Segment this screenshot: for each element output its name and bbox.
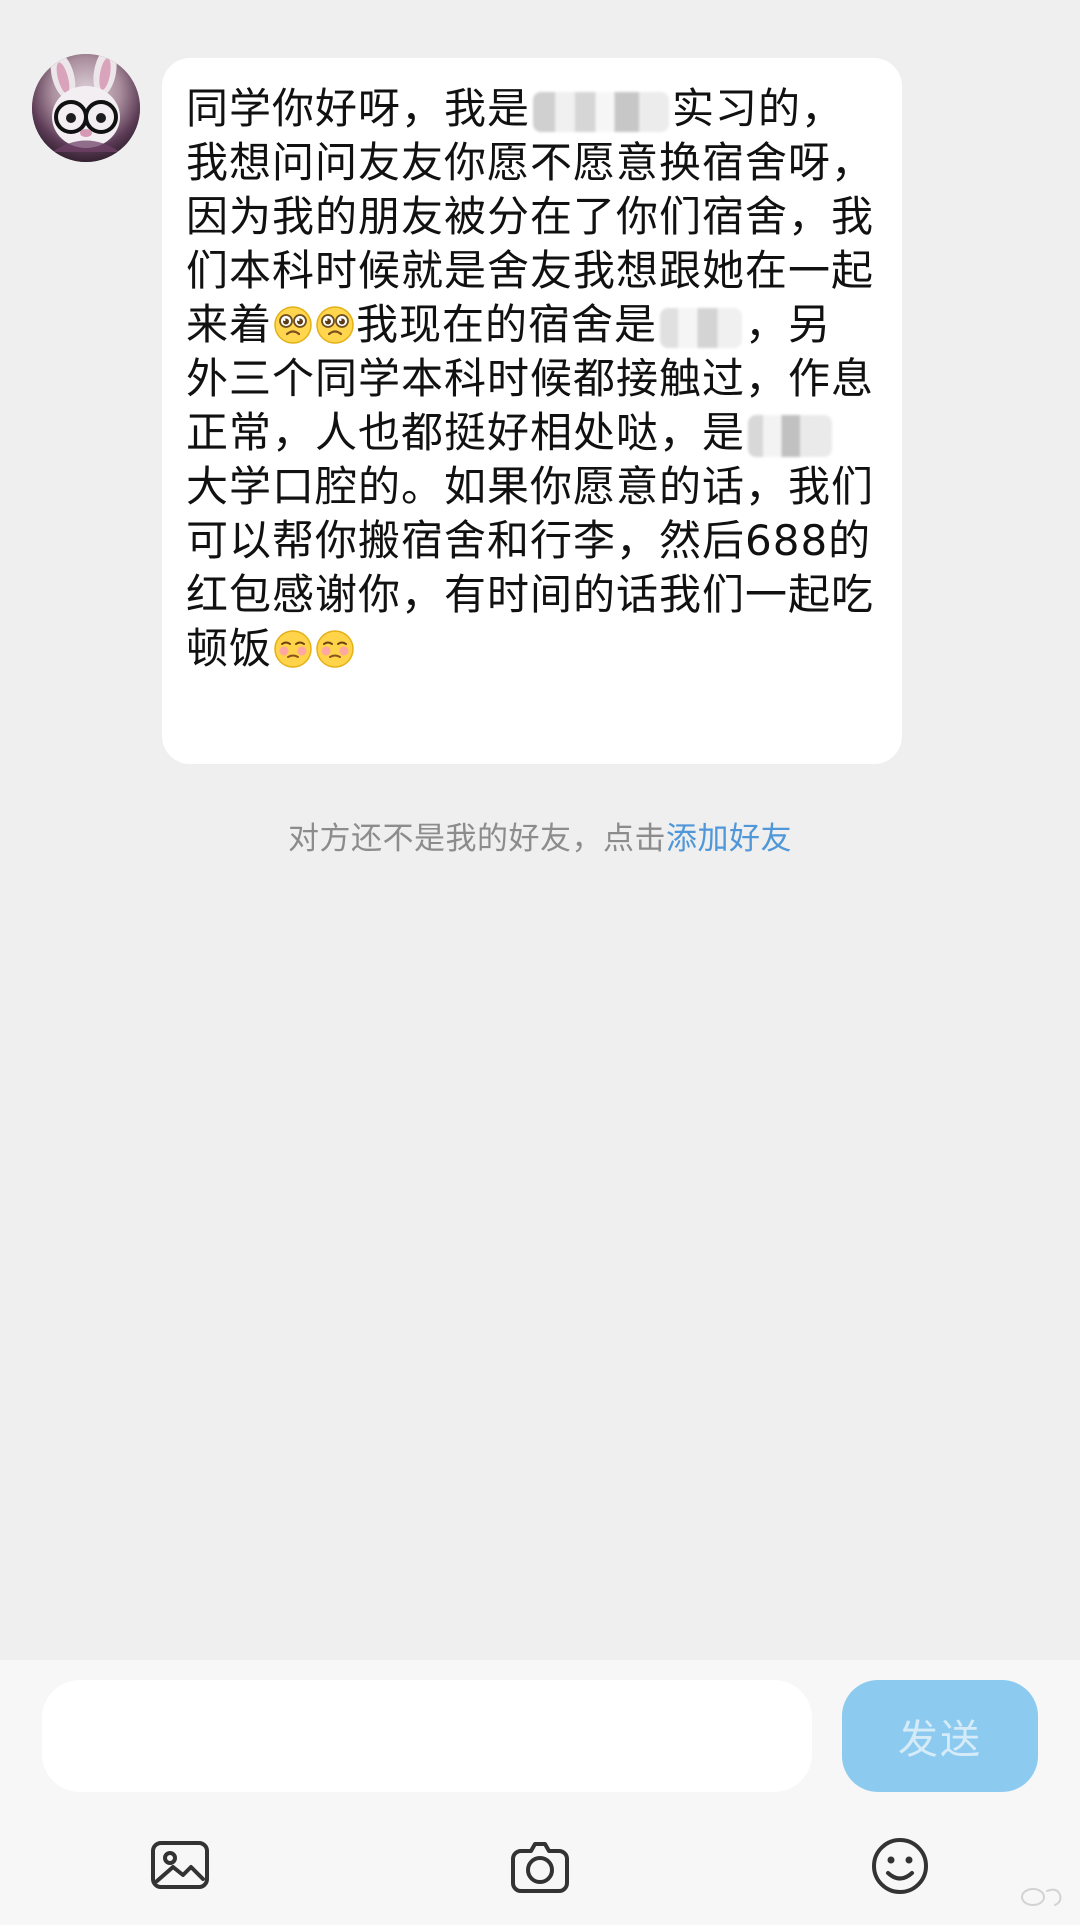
message-segment-1: 同学你好呀，我是 [186,84,531,133]
avatar[interactable] [32,54,140,162]
pleading-face-emoji-icon [274,306,312,344]
friend-status-note: 对方还不是我的好友，点击添加好友 [0,818,1080,860]
shy-face-emoji-icon [316,630,354,668]
add-friend-link[interactable]: 添加好友 [666,821,792,857]
shy-face-emoji-icon [274,630,312,668]
gallery-icon [151,1841,209,1889]
chat-area: 同学你好呀，我是 实习的，我想问问友友你愿不愿意换宿舍呀，因为我的朋友被分在了你们… [0,0,1080,1660]
friend-status-text: 对方还不是我的好友，点击 [288,821,666,857]
message-text: 同学你好呀，我是 实习的，我想问问友友你愿不愿意换宿舍呀，因为我的朋友被分在了你们… [186,82,874,676]
message-segment-3: 我现在的宿舍是 [356,300,658,349]
message-bubble: 同学你好呀，我是 实习的，我想问问友友你愿不愿意换宿舍呀，因为我的朋友被分在了你们… [162,58,902,764]
pleading-face-emoji-icon [316,306,354,344]
emoji-button[interactable] [858,1824,942,1908]
redacted-text-1 [533,91,670,132]
camera-button[interactable] [498,1824,582,1908]
watermark-icon [1021,1888,1062,1906]
emoji-icon [872,1838,928,1894]
gallery-button[interactable] [138,1824,222,1908]
bottom-panel: 发送 [0,1660,1080,1925]
message-input[interactable] [42,1680,812,1792]
redacted-text-2 [660,307,743,348]
send-button[interactable]: 发送 [842,1680,1038,1792]
rabbit-avatar-icon [32,54,140,162]
redacted-text-3 [748,414,833,457]
camera-icon [511,1842,569,1893]
